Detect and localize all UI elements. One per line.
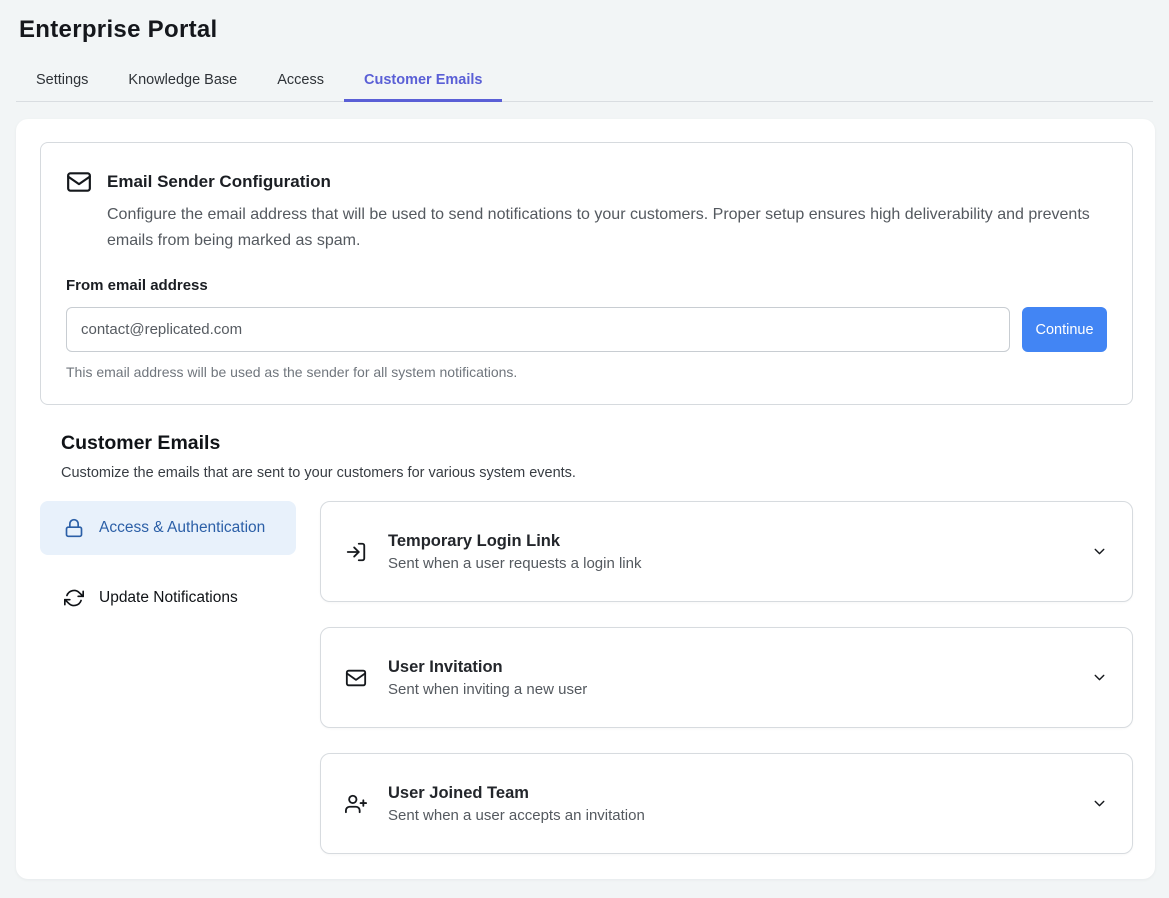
chevron-down-icon <box>1091 795 1108 812</box>
main-panel: Email Sender Configuration Configure the… <box>16 119 1155 879</box>
tab-knowledge-base[interactable]: Knowledge Base <box>108 61 257 101</box>
category-update-notifications[interactable]: Update Notifications <box>40 571 296 625</box>
email-template-list: Temporary Login Link Sent when a user re… <box>320 501 1133 854</box>
email-card-temporary-login-link[interactable]: Temporary Login Link Sent when a user re… <box>320 501 1133 602</box>
email-card-title: Temporary Login Link <box>388 532 641 551</box>
email-card-user-invitation[interactable]: User Invitation Sent when inviting a new… <box>320 627 1133 728</box>
lock-icon <box>64 518 84 538</box>
email-card-text: User Joined Team Sent when a user accept… <box>388 784 645 824</box>
category-label: Update Notifications <box>99 586 238 610</box>
tab-access[interactable]: Access <box>257 61 344 101</box>
email-sender-card: Email Sender Configuration Configure the… <box>40 142 1133 405</box>
from-email-label: From email address <box>66 277 1107 294</box>
log-in-icon <box>345 541 367 563</box>
chevron-down-icon <box>1091 543 1108 560</box>
refresh-icon <box>64 588 84 608</box>
email-card-description: Sent when a user accepts an invitation <box>388 807 645 824</box>
section-header: Customer Emails Customize the emails tha… <box>61 432 1133 481</box>
chevron-down-icon <box>1091 669 1108 686</box>
sender-helper-text: This email address will be used as the s… <box>66 364 1107 380</box>
page: Enterprise Portal Settings Knowledge Bas… <box>0 0 1169 898</box>
email-card-text: Temporary Login Link Sent when a user re… <box>388 532 641 572</box>
section-title: Customer Emails <box>61 432 1133 455</box>
page-title: Enterprise Portal <box>19 16 1150 44</box>
sender-card-header: Email Sender Configuration <box>66 169 1107 195</box>
tab-customer-emails[interactable]: Customer Emails <box>344 61 502 102</box>
sender-card-description: Configure the email address that will be… <box>107 202 1092 254</box>
section-subtitle: Customize the emails that are sent to yo… <box>61 465 1133 481</box>
mail-icon <box>66 169 92 195</box>
tab-settings[interactable]: Settings <box>16 61 108 101</box>
category-access-authentication[interactable]: Access & Authentication <box>40 501 296 555</box>
email-card-description: Sent when inviting a new user <box>388 681 587 698</box>
user-plus-icon <box>345 793 367 815</box>
from-email-row: Continue <box>66 307 1107 352</box>
customer-emails-section: Customer Emails Customize the emails tha… <box>40 432 1133 854</box>
page-header: Enterprise Portal <box>0 0 1169 44</box>
email-card-title: User Joined Team <box>388 784 645 803</box>
section-content: Access & Authentication Update Notificat… <box>40 501 1133 854</box>
category-label: Access & Authentication <box>99 516 265 540</box>
sender-card-title: Email Sender Configuration <box>107 172 331 192</box>
mail-icon <box>345 667 367 689</box>
continue-button[interactable]: Continue <box>1022 307 1107 352</box>
tab-bar: Settings Knowledge Base Access Customer … <box>16 61 1153 102</box>
email-card-title: User Invitation <box>388 658 587 677</box>
email-card-description: Sent when a user requests a login link <box>388 555 641 572</box>
from-email-input[interactable] <box>66 307 1010 352</box>
email-card-text: User Invitation Sent when inviting a new… <box>388 658 587 698</box>
email-categories-sidebar: Access & Authentication Update Notificat… <box>40 501 296 854</box>
email-card-user-joined-team[interactable]: User Joined Team Sent when a user accept… <box>320 753 1133 854</box>
